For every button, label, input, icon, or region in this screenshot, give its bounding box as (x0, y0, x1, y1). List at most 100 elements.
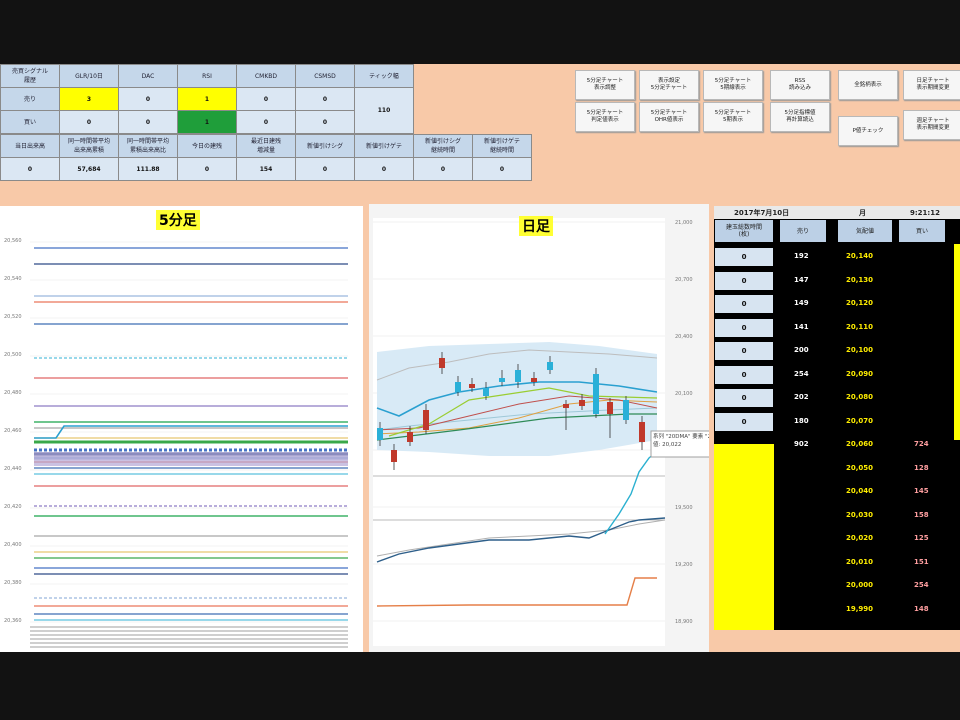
new-high-duration-header: 新値引けシグ 継続時間 (413, 134, 473, 158)
price-level: 20,120 (846, 299, 874, 307)
new-high-signal-value: 0 (295, 157, 355, 181)
y-tick-label-5min: 20,480 (4, 390, 22, 396)
signal-header-glr: GLR/10日 (59, 64, 119, 88)
price-level: 20,080 (846, 393, 874, 401)
holdings-cell: 0 (715, 318, 773, 337)
avg-volume-value: 57,684 (59, 157, 119, 181)
daily-chart-period-button[interactable]: 日足チャート 表示期間変更 (903, 70, 960, 100)
y-tick-label-daily: 19,200 (675, 562, 693, 568)
candlestick (531, 378, 537, 382)
holdings-cell: 0 (715, 248, 773, 266)
candlestick (483, 388, 489, 396)
sell-quantity: 141 (794, 322, 809, 331)
candlestick (563, 404, 569, 408)
volume-stats-table: 当日出来高 同一時間帯平均 出来高累積 同一時間帯平均 累積出来高比 今日の建残 最… (0, 134, 532, 181)
tooltip-line-1: 系列 "20DMA" 要素 "2" (653, 434, 709, 440)
candlestick (455, 382, 461, 392)
rss-load-button[interactable]: RSS 読み込み (770, 70, 830, 100)
macro-button-9[interactable]: 5分足チャート 5期表示 (703, 102, 763, 132)
board-header: 2017年7月10日 月 9:21:12 (714, 206, 960, 219)
price-level: 19,990 (846, 604, 874, 613)
y-tick-label-5min: 20,360 (4, 618, 22, 624)
p-check-button[interactable]: P値チェック (838, 116, 898, 146)
sell-signal-csmsd: 0 (295, 87, 355, 111)
holdings-cell: 0 (715, 365, 773, 384)
candlestick (639, 422, 645, 442)
macro-button-8[interactable]: 5分足チャート OHR値表示 (639, 102, 699, 132)
time-axis-label-strip (30, 642, 348, 644)
price-level: 20,090 (846, 369, 874, 378)
holdings-yellow-fill (714, 444, 774, 630)
time-axis-label-strip (30, 634, 348, 636)
price-zone-band (34, 452, 348, 466)
right-edge-fill (954, 244, 960, 440)
price-level: 20,010 (846, 557, 874, 566)
sell-quantity: 192 (794, 252, 809, 260)
bollinger-band (377, 342, 657, 456)
holdings-cell: 0 (715, 389, 773, 407)
y-tick-label-5min: 20,380 (4, 580, 22, 586)
macro-button-3[interactable]: 5分足チャート 5期線表示 (703, 70, 763, 100)
all-symbols-button[interactable]: 全銘柄表示 (838, 70, 898, 100)
time-axis-label-strip (30, 630, 348, 632)
buy-row-label: 買い (0, 110, 60, 134)
board-time: 9:21:12 (910, 208, 940, 217)
oi-change-header: 最近日建残 増減量 (236, 134, 296, 158)
volume-ratio-value: 111.88 (118, 157, 178, 181)
candlestick (377, 428, 383, 440)
buy-quantity: 724 (914, 440, 929, 448)
tooltip-line-2: 値: 20,022 (653, 442, 682, 448)
new-low-duration-value: 0 (472, 157, 532, 181)
macro-button-1[interactable]: 5分足チャート 表示調整 (575, 70, 635, 100)
y-tick-label-daily: 19,500 (675, 505, 693, 511)
y-tick-label-daily: 20,100 (675, 391, 693, 397)
col-header-holdings: 建玉総数時間 (枚) (715, 220, 773, 242)
time-axis-label-strip (30, 626, 348, 628)
buy-quantity: 158 (914, 510, 929, 519)
candlestick (623, 400, 629, 420)
price-level: 20,110 (846, 322, 874, 331)
volume-header-avg: 同一時間帯平均 出来高累積 (59, 134, 119, 158)
signal-header-cmkbd: CMKBD (236, 64, 296, 88)
candlestick (607, 402, 613, 414)
time-axis-label-strip (30, 646, 348, 648)
sell-quantity: 202 (794, 393, 809, 401)
buy-quantity: 254 (914, 581, 929, 589)
candlestick (579, 400, 585, 406)
price-level: 20,020 (846, 534, 874, 542)
price-level: 20,070 (846, 416, 874, 425)
price-level: 20,060 (846, 440, 874, 448)
buy-signal-dac: 0 (118, 110, 178, 134)
tick-width-value: 110 (354, 87, 414, 134)
video-letterbox-top (0, 0, 960, 64)
time-axis-label-strip (30, 638, 348, 640)
sell-quantity: 149 (794, 299, 809, 307)
sell-signal-glr: 3 (59, 87, 119, 111)
tooltip-text: 系列 "20DMA" 要素 "2" 値: 20,022 (653, 433, 709, 449)
y-tick-label-5min: 20,420 (4, 504, 22, 510)
buy-signal-rsi: 1 (177, 110, 237, 134)
buy-quantity: 148 (914, 604, 929, 613)
macro-button-2[interactable]: 表示設定 5分足チャート (639, 70, 699, 100)
open-interest-value: 0 (177, 157, 237, 181)
holdings-cell: 0 (715, 412, 773, 431)
macro-button-7[interactable]: 5分足チャート 判定値表示 (575, 102, 635, 132)
chart-5min-panel[interactable]: 5分足 20,560 20,540 20,520 20,500 20,480 20,460… (0, 206, 363, 652)
signal-header-label: 売買シグナル 履歴 (0, 64, 60, 88)
candlestick (407, 432, 413, 442)
recalc-button[interactable]: 5分足指標値 再計算読込 (770, 102, 830, 132)
chart-daily-svg: 21,00020,70020,40020,10019,80019,50019,2… (373, 218, 709, 646)
price-level: 20,140 (846, 252, 874, 260)
price-level: 20,000 (846, 581, 874, 589)
signal-header-csmsd: CSMSD (295, 64, 355, 88)
weekly-chart-period-button[interactable]: 週足チャート 表示期間変更 (903, 110, 960, 140)
buy-signal-glr: 0 (59, 110, 119, 134)
price-level: 20,050 (846, 463, 874, 472)
sell-signal-rsi: 1 (177, 87, 237, 111)
new-low-signal-value: 0 (354, 157, 414, 181)
chart-daily-panel[interactable]: 21,00020,70020,40020,10019,80019,50019,2… (369, 204, 709, 652)
volume-header-today: 当日出来高 (0, 134, 60, 158)
candlestick (423, 410, 429, 430)
price-level: 20,100 (846, 346, 874, 354)
buy-signal-csmsd: 0 (295, 110, 355, 134)
